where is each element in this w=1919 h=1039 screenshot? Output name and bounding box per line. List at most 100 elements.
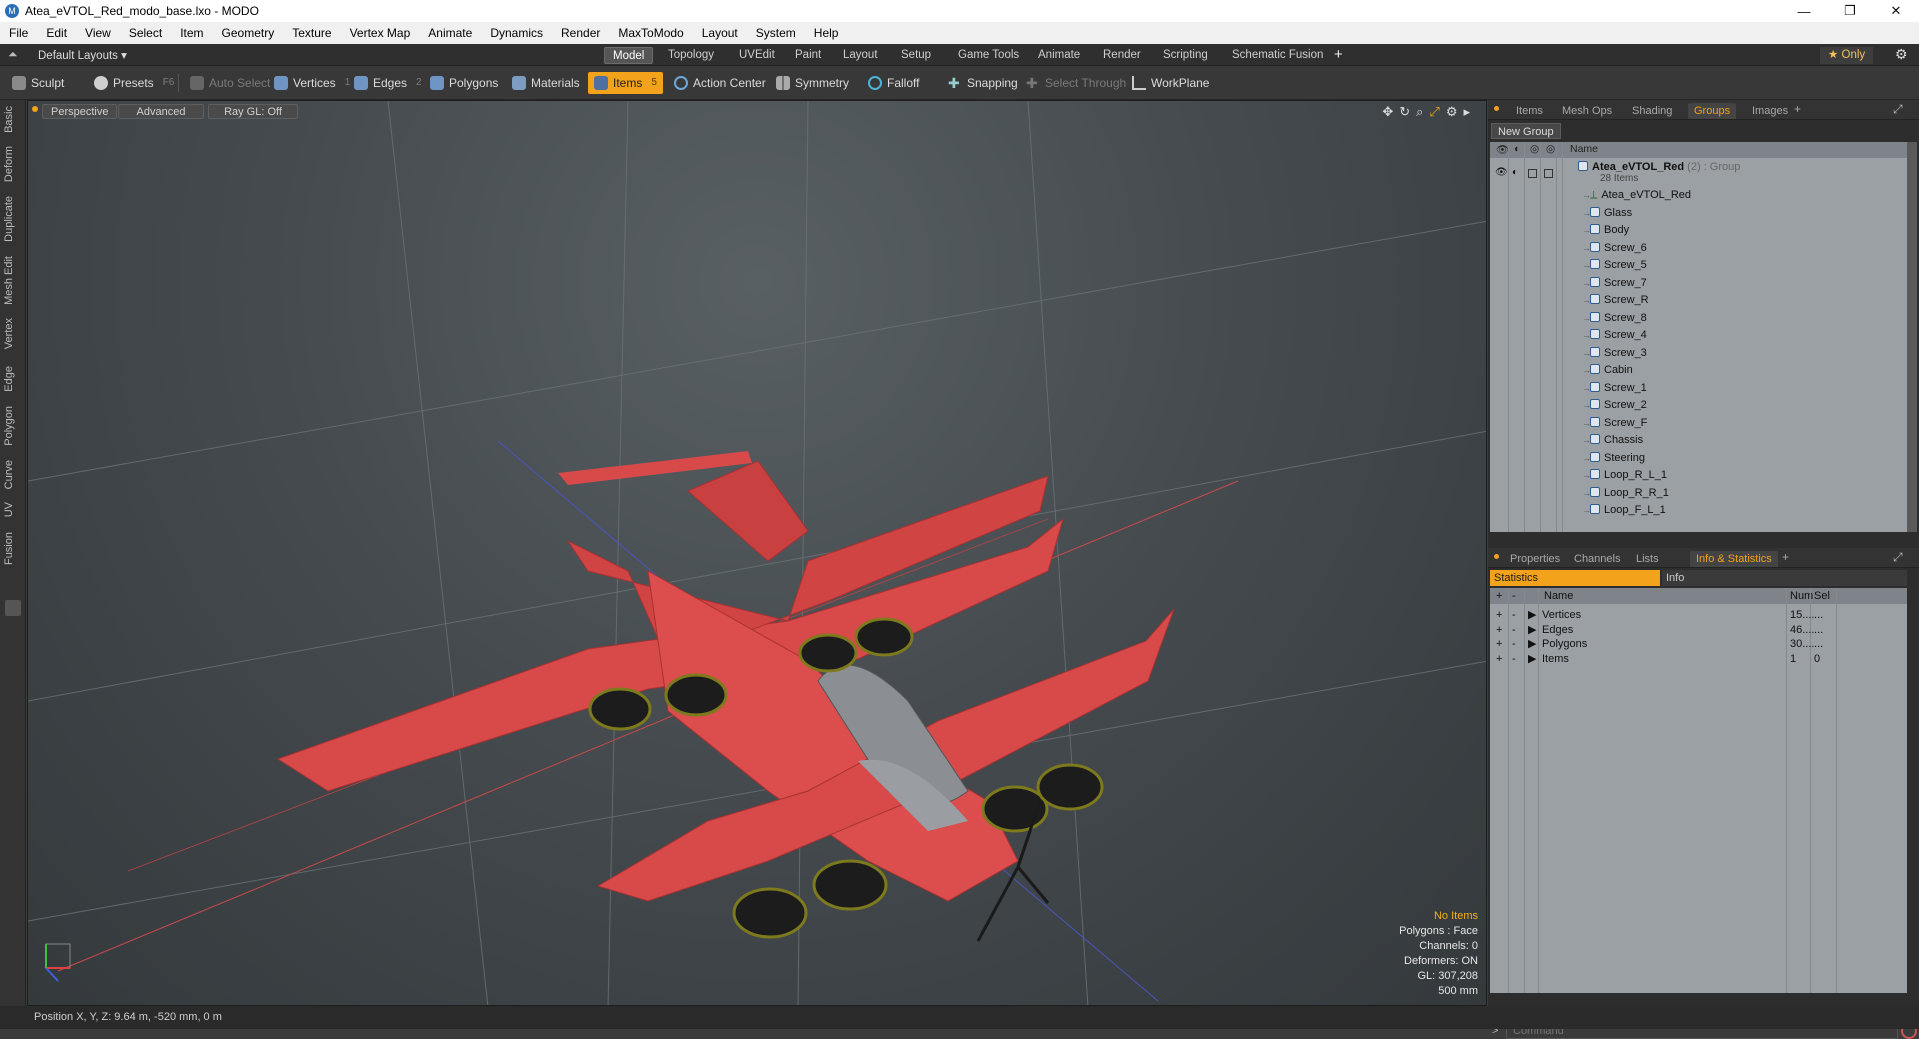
- tree-item-row[interactable]: → Body: [1490, 221, 1907, 239]
- expand-row-icon[interactable]: ▶: [1528, 650, 1536, 668]
- fit-icon[interactable]: ⤢: [1429, 104, 1439, 120]
- tree-item-row[interactable]: → Screw_5: [1490, 256, 1907, 274]
- select-through-button[interactable]: ✚ Select Through: [1020, 72, 1132, 94]
- collapse-all-icon[interactable]: -: [1512, 588, 1516, 604]
- tree-item-row[interactable]: → Screw_3: [1490, 344, 1907, 362]
- tab-info[interactable]: Info: [1662, 570, 1907, 586]
- tree-item-row[interactable]: → Screw_6: [1490, 239, 1907, 257]
- menu-dynamics[interactable]: Dynamics: [481, 26, 552, 40]
- only-button[interactable]: ★ Only: [1820, 47, 1874, 64]
- gear-icon[interactable]: ⚙: [1895, 46, 1908, 63]
- add-panel-tab-icon[interactable]: +: [1782, 550, 1789, 564]
- tree-item-row[interactable]: → Loop_R_L_1: [1490, 466, 1907, 484]
- tab-channels[interactable]: Channels: [1568, 551, 1626, 567]
- workplane-button[interactable]: WorkPlane: [1126, 72, 1215, 94]
- vtab-deform[interactable]: Deform: [3, 146, 23, 182]
- tab-properties[interactable]: Properties: [1504, 551, 1566, 567]
- tree-item-row[interactable]: → Chassis: [1490, 431, 1907, 449]
- menu-geometry[interactable]: Geometry: [213, 26, 284, 40]
- maximize-icon[interactable]: ❐: [1827, 0, 1873, 22]
- raygl-button[interactable]: Ray GL: Off: [208, 104, 298, 119]
- tree-item-row[interactable]: → Screw_R: [1490, 291, 1907, 309]
- tab-scripting[interactable]: Scripting: [1155, 47, 1216, 64]
- menu-texture[interactable]: Texture: [283, 26, 340, 40]
- perspective-button[interactable]: Perspective: [42, 104, 118, 119]
- menu-animate[interactable]: Animate: [419, 26, 481, 40]
- add-tab-icon[interactable]: +: [1334, 46, 1343, 63]
- menu-select[interactable]: Select: [120, 26, 171, 40]
- tab-model[interactable]: Model: [604, 47, 654, 64]
- tab-groups[interactable]: Groups: [1688, 103, 1737, 119]
- tree-item-row[interactable]: → Cabin: [1490, 361, 1907, 379]
- menu-help[interactable]: Help: [805, 26, 848, 40]
- group-row[interactable]: 👁 ◐ Atea_eVTOL_Red (2) : Group 28 Items: [1490, 160, 1907, 186]
- tree-item-row[interactable]: → Screw_F: [1490, 414, 1907, 432]
- tab-layout[interactable]: Layout: [835, 47, 886, 64]
- tab-lists[interactable]: Lists: [1630, 551, 1665, 567]
- tab-statistics[interactable]: Statistics: [1490, 570, 1660, 586]
- menu-view[interactable]: View: [76, 26, 120, 40]
- menu-edit[interactable]: Edit: [37, 26, 76, 40]
- tab-paint[interactable]: Paint: [787, 47, 829, 64]
- expand-panel-icon[interactable]: ⤢: [1893, 550, 1903, 565]
- viewport-gear-icon[interactable]: ⚙: [1446, 104, 1458, 120]
- tab-images[interactable]: Images: [1746, 103, 1794, 119]
- viewport-menu-dot[interactable]: [32, 106, 38, 112]
- vtab-basic[interactable]: Basic: [3, 106, 23, 133]
- palette-button[interactable]: [5, 600, 21, 616]
- items-button[interactable]: Items 5: [588, 72, 663, 94]
- menu-render[interactable]: Render: [552, 26, 609, 40]
- tree-item-row[interactable]: → ⟂ Atea_eVTOL_Red: [1490, 186, 1907, 204]
- tree-item-row[interactable]: → Screw_8: [1490, 309, 1907, 327]
- vertices-button[interactable]: Vertices 1: [268, 72, 356, 94]
- vtab-polygon[interactable]: Polygon: [3, 406, 23, 446]
- menu-system[interactable]: System: [747, 26, 805, 40]
- 3d-viewport[interactable]: Perspective Advanced Ray GL: Off ✥ ↻ ⌕ ⤢…: [27, 100, 1487, 1006]
- tab-setup[interactable]: Setup: [893, 47, 939, 64]
- tab-render[interactable]: Render: [1095, 47, 1149, 64]
- snapping-button[interactable]: ✚ Snapping: [942, 72, 1024, 94]
- tree-item-row[interactable]: → Loop_F_L_1: [1490, 501, 1907, 519]
- falloff-button[interactable]: Falloff: [862, 72, 925, 94]
- new-group-button[interactable]: New Group: [1491, 123, 1561, 139]
- tree-item-row[interactable]: → Glass: [1490, 204, 1907, 222]
- vtab-vertex[interactable]: Vertex: [3, 318, 23, 349]
- vtab-duplicate[interactable]: Duplicate: [3, 196, 23, 242]
- vtab-mesh-edit[interactable]: Mesh Edit: [3, 256, 23, 305]
- tree-item-row[interactable]: → Loop_R_R_1: [1490, 484, 1907, 502]
- tree-item-row[interactable]: → Screw_1: [1490, 379, 1907, 397]
- edges-button[interactable]: Edges 2: [348, 72, 428, 94]
- menu-item[interactable]: Item: [171, 26, 212, 40]
- vtab-curve[interactable]: Curve: [3, 460, 23, 489]
- tab-schematic-fusion[interactable]: Schematic Fusion: [1224, 47, 1331, 64]
- tab-items[interactable]: Items: [1510, 103, 1549, 119]
- vtab-uv[interactable]: UV: [3, 502, 23, 517]
- panel-menu-dot[interactable]: [1494, 554, 1499, 559]
- render-checkbox[interactable]: [1528, 169, 1537, 178]
- expand-arrow-icon[interactable]: ▸: [1463, 104, 1470, 120]
- lock-toggle-icon[interactable]: ◐: [1512, 164, 1518, 182]
- symmetry-button[interactable]: Symmetry: [770, 72, 855, 94]
- pan-icon[interactable]: ✥: [1382, 104, 1393, 120]
- default-layouts-dropdown[interactable]: Default Layouts ▾: [38, 48, 127, 62]
- select-checkbox[interactable]: [1544, 169, 1553, 178]
- minimize-icon[interactable]: —: [1781, 0, 1827, 22]
- expand-panel-icon[interactable]: ⤢: [1893, 102, 1903, 117]
- evtol-aircraft[interactable]: [276, 451, 1175, 902]
- tree-item-row[interactable]: → Screw_4: [1490, 326, 1907, 344]
- zoom-icon[interactable]: ⌕: [1416, 104, 1423, 120]
- menu-vertex-map[interactable]: Vertex Map: [341, 26, 420, 40]
- visibility-toggle-icon[interactable]: 👁: [1495, 164, 1508, 182]
- menu-maxtomodo[interactable]: MaxToModo: [609, 26, 692, 40]
- tab-info-statistics[interactable]: Info & Statistics: [1690, 551, 1778, 567]
- materials-button[interactable]: Materials: [506, 72, 586, 94]
- add-row-icon[interactable]: +: [1496, 650, 1502, 668]
- polygons-button[interactable]: Polygons: [424, 72, 504, 94]
- tab-uvedit[interactable]: UVEdit: [731, 47, 783, 64]
- action-center-button[interactable]: Action Center: [668, 72, 772, 94]
- tree-item-row[interactable]: → Steering: [1490, 449, 1907, 467]
- rotate-icon[interactable]: ↻: [1399, 104, 1410, 120]
- tab-topology[interactable]: Topology: [660, 47, 722, 64]
- presets-button[interactable]: Presets F6: [88, 72, 180, 94]
- vtab-fusion[interactable]: Fusion: [3, 532, 23, 565]
